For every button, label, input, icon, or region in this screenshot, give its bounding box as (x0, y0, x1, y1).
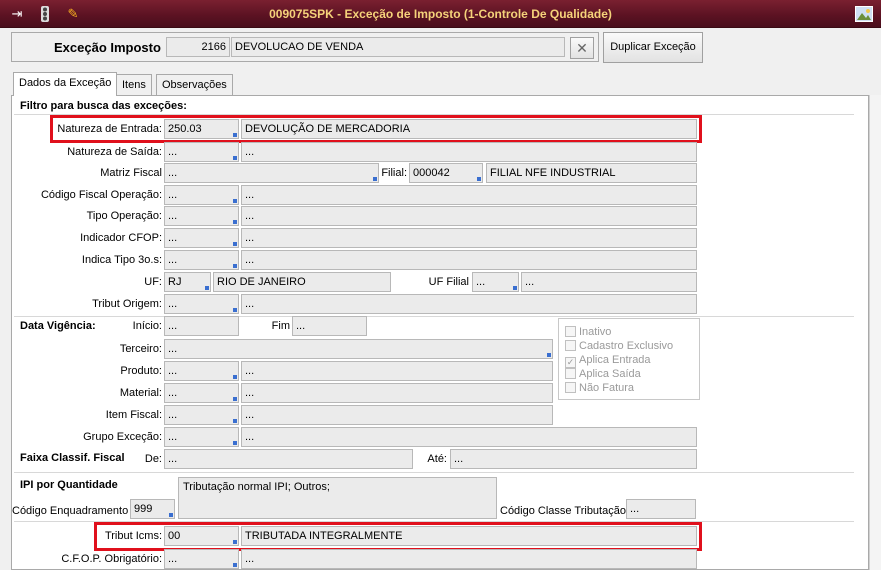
codigo-enquadramento-field[interactable]: 999 (130, 499, 175, 519)
tipo-operacao-description: ... (241, 206, 697, 226)
grupo-excecao-description: ... (241, 427, 697, 447)
indica-tipo-description: ... (241, 250, 697, 270)
tab-itens[interactable]: Itens (116, 74, 152, 96)
codigo-fiscal-operacao-label: Código Fiscal Operação: (40, 189, 162, 201)
item-fiscal-description: ... (241, 405, 553, 425)
uf-filial-label: UF Filial (428, 276, 469, 288)
matriz-fiscal-label: Matriz Fiscal (100, 167, 162, 179)
filial-description: FILIAL NFE INDUSTRIAL (486, 163, 697, 183)
checkbox-label: Inativo (579, 326, 612, 338)
matriz-fiscal-field[interactable]: ... (164, 163, 379, 183)
inicio-date-field[interactable]: ... (164, 316, 239, 336)
produto-code-field[interactable]: ... (164, 361, 239, 381)
checkbox-label: Não Fatura (579, 382, 635, 394)
cfop-obrigatorio-label: C.F.O.P. Obrigatório: (61, 553, 162, 565)
ate-label: Até: (427, 453, 447, 465)
indicador-cfop-field[interactable]: ... (164, 228, 239, 248)
material-label: Material: (119, 387, 162, 399)
checkbox-inativo[interactable]: Inativo (565, 325, 611, 339)
de-label: De: (144, 453, 162, 465)
exception-label: Exceção Imposto (54, 40, 161, 55)
fim-date-field[interactable]: ... (292, 316, 367, 336)
filial-code-field[interactable]: 000042 (409, 163, 483, 183)
codigo-classe-tributacao-label: Código Classe Tributação (500, 505, 626, 517)
picture-icon[interactable] (855, 6, 873, 22)
checkbox-label: Aplica Entrada (579, 354, 651, 366)
duplicate-exception-button[interactable]: Duplicar Exceção (603, 32, 703, 63)
faixa-de-field[interactable]: ... (164, 449, 413, 469)
exception-code-field[interactable]: 2166 (166, 37, 230, 57)
grupo-excecao-code-field[interactable]: ... (164, 427, 239, 447)
natureza-saida-code-field[interactable]: ... (164, 142, 239, 162)
tipo-operacao-field[interactable]: ... (164, 206, 239, 226)
item-fiscal-label: Item Fiscal: (105, 409, 162, 421)
tab-dados-da-excecao[interactable]: Dados da Exceção (13, 72, 118, 96)
clear-button[interactable]: ✕ (570, 37, 594, 59)
codigo-fiscal-operacao-description: ... (241, 185, 697, 205)
data-vigencia-title: Data Vigência: (20, 320, 96, 332)
checkbox-aplica-saida[interactable]: Aplica Saída (565, 367, 641, 381)
filter-section-title: Filtro para busca das exceções: (20, 100, 187, 112)
exit-icon[interactable]: ⇥ (8, 6, 26, 22)
checkbox-cadastro-exclusivo[interactable]: Cadastro Exclusivo (565, 339, 673, 353)
codigo-classe-tributacao-field[interactable]: ... (626, 499, 696, 519)
indica-tipo-label: Indica Tipo 3o.s: (81, 254, 162, 266)
traffic-light-icon[interactable] (36, 6, 54, 22)
uf-label: UF: (144, 276, 162, 288)
divider (14, 472, 854, 473)
uf-filial-description: ... (521, 272, 697, 292)
checkbox-nao-fatura[interactable]: Não Fatura (565, 381, 634, 395)
checkbox-label: Aplica Saída (579, 368, 641, 380)
tribut-icms-code-field[interactable]: 00 (164, 526, 239, 546)
checkbox-label: Cadastro Exclusivo (579, 340, 674, 352)
faixa-classif-title: Faixa Classif. Fiscal (20, 452, 125, 464)
checkbox-box[interactable] (565, 368, 576, 379)
ipi-section-title: IPI por Quantidade (20, 479, 118, 491)
checkbox-box[interactable] (565, 382, 576, 393)
natureza-entrada-code-field[interactable]: 250.03 (164, 119, 239, 139)
natureza-entrada-label: Natureza de Entrada: (57, 123, 162, 135)
inicio-label: Início: (132, 320, 162, 332)
uf-description: RIO DE JANEIRO (213, 272, 391, 292)
vertical-scrollbar[interactable] (869, 95, 881, 570)
codigo-fiscal-operacao-field[interactable]: ... (164, 185, 239, 205)
tribut-icms-label: Tribut Icms: (104, 530, 162, 542)
natureza-saida-description: ... (241, 142, 697, 162)
indicador-cfop-label: Indicador CFOP: (80, 232, 162, 244)
checkbox-box[interactable] (565, 340, 576, 351)
material-description: ... (241, 383, 553, 403)
tab-observacoes[interactable]: Observações (156, 74, 233, 96)
tribut-origem-field[interactable]: ... (164, 294, 239, 314)
terceiro-label: Terceiro: (119, 343, 162, 355)
window-title: 009075SPK - Exceção de Imposto (1-Contro… (269, 7, 612, 21)
terceiro-field[interactable]: ... (164, 339, 553, 359)
indicador-cfop-description: ... (241, 228, 697, 248)
exception-description-field[interactable]: DEVOLUCAO DE VENDA (231, 37, 565, 57)
checkbox-aplica-entrada[interactable]: ✓ Aplica Entrada (565, 353, 651, 368)
uf-filial-code-field[interactable]: ... (472, 272, 519, 292)
produto-description: ... (241, 361, 553, 381)
tribut-origem-description: ... (241, 294, 697, 314)
tipo-operacao-label: Tipo Operação: (86, 210, 162, 222)
cfop-obrigatorio-code-field[interactable]: ... (164, 549, 239, 569)
natureza-entrada-description: DEVOLUÇÃO DE MERCADORIA (241, 119, 697, 139)
options-panel: Inativo Cadastro Exclusivo ✓ Aplica Entra… (558, 318, 700, 400)
checkbox-box[interactable] (565, 326, 576, 337)
enquadramento-description-memo: Tributação normal IPI; Outros; (178, 477, 497, 519)
uf-code-field[interactable]: RJ (164, 272, 211, 292)
filial-label: Filial: (381, 167, 407, 179)
tools-icon[interactable]: ✎ (64, 6, 82, 22)
tribut-icms-description: TRIBUTADA INTEGRALMENTE (241, 526, 697, 546)
grupo-excecao-label: Grupo Exceção: (83, 431, 162, 443)
indica-tipo-field[interactable]: ... (164, 250, 239, 270)
fim-label: Fim (271, 320, 290, 332)
item-fiscal-code-field[interactable]: ... (164, 405, 239, 425)
faixa-ate-field[interactable]: ... (450, 449, 697, 469)
codigo-enquadramento-label: Código Enquadramento (12, 505, 129, 517)
material-code-field[interactable]: ... (164, 383, 239, 403)
produto-label: Produto: (120, 365, 162, 377)
natureza-saida-label: Natureza de Saída: (67, 146, 162, 158)
tribut-origem-label: Tribut Origem: (92, 298, 162, 310)
cfop-obrigatorio-description: ... (241, 549, 697, 569)
